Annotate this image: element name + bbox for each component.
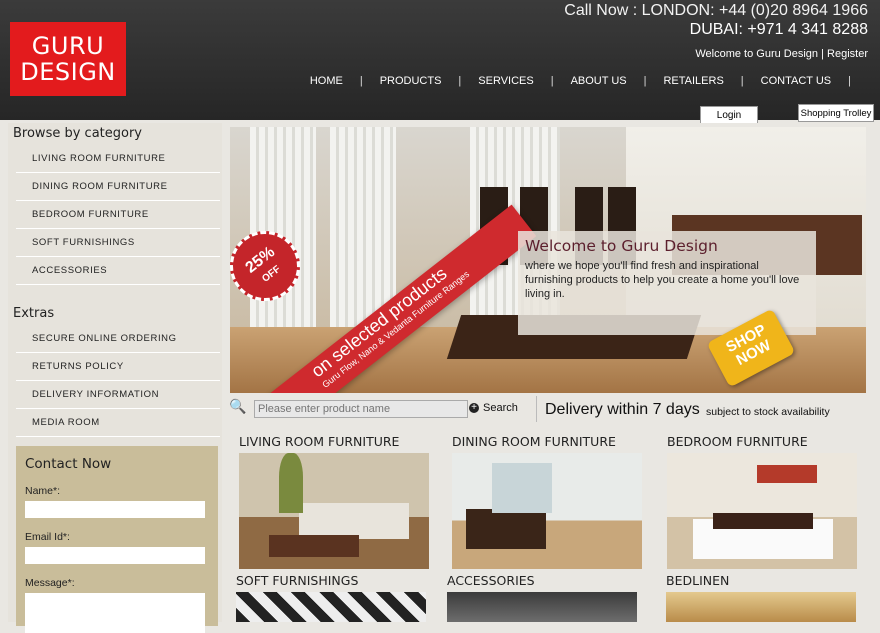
search-button-label: Search xyxy=(483,402,518,414)
message-field[interactable] xyxy=(25,593,205,633)
magnifier-icon: 🔍 xyxy=(229,398,247,414)
welcome-body: where we hope you'll find fresh and insp… xyxy=(525,260,800,300)
welcome-link[interactable]: Welcome to Guru Design xyxy=(695,48,818,60)
category-card-living-room[interactable]: LIVING ROOM FURNITURE xyxy=(239,434,429,569)
sofa xyxy=(299,503,409,539)
nav-products[interactable]: PRODUCTS xyxy=(380,75,442,87)
sidebar-item-soft-furnishings[interactable]: SOFT FURNISHINGS xyxy=(16,229,220,257)
category-card-bedroom[interactable]: BEDROOM FURNITURE xyxy=(667,434,857,569)
nav-separator: | xyxy=(848,75,851,87)
soft-furnishings-image[interactable] xyxy=(236,592,426,622)
sidebar: Browse by category LIVING ROOM FURNITURE… xyxy=(8,123,222,633)
category-title[interactable]: BEDLINEN xyxy=(666,573,856,588)
sidebar-item-living-room[interactable]: LIVING ROOM FURNITURE xyxy=(16,145,220,173)
delivery-text: Delivery within 7 days xyxy=(545,401,700,418)
nav-separator: | xyxy=(359,75,363,87)
sidebar-item-accessories[interactable]: ACCESSORIES xyxy=(16,257,220,285)
bedlinen-image[interactable] xyxy=(666,592,856,622)
contact-heading: Contact Now xyxy=(25,456,112,472)
call-now-dubai: DUBAI: +971 4 341 8288 xyxy=(689,21,868,38)
name-label: Name*: xyxy=(25,485,61,497)
sidebar-item-bedroom[interactable]: BEDROOM FURNITURE xyxy=(16,201,220,229)
dining-room-image[interactable] xyxy=(452,453,642,569)
divider xyxy=(536,396,537,422)
name-field[interactable] xyxy=(25,501,205,518)
top-links: Welcome to Guru Design | Register xyxy=(695,48,868,60)
dining-table xyxy=(466,509,546,549)
nav-home[interactable]: HOME xyxy=(310,75,343,87)
guru-design-logo[interactable]: GURU DESIGN xyxy=(10,22,126,96)
email-label: Email Id*: xyxy=(25,531,70,543)
window xyxy=(492,463,552,513)
category-title[interactable]: DINING ROOM FURNITURE xyxy=(452,434,642,449)
category-card-dining-room[interactable]: DINING ROOM FURNITURE xyxy=(452,434,642,569)
site-header: GURU DESIGN Call Now : LONDON: +44 (0)20… xyxy=(0,0,880,120)
category-title[interactable]: SOFT FURNISHINGS xyxy=(236,573,426,588)
category-title[interactable]: ACCESSORIES xyxy=(447,573,637,588)
nav-about-us[interactable]: ABOUT US xyxy=(571,75,627,87)
coffee-table xyxy=(269,535,359,557)
living-room-image[interactable] xyxy=(239,453,429,569)
nav-separator: | xyxy=(550,75,554,87)
logo-line-1: GURU xyxy=(31,32,105,60)
contact-panel: Contact Now Name*: Email Id*: Message*: xyxy=(16,446,218,633)
delivery-subtext: subject to stock availability xyxy=(706,406,830,418)
nav-separator: | xyxy=(643,75,647,87)
nav-contact-us[interactable]: CONTACT US xyxy=(761,75,832,87)
sidebar-item-returns-policy[interactable]: RETURNS POLICY xyxy=(16,353,220,381)
sidebar-item-delivery-info[interactable]: DELIVERY INFORMATION xyxy=(16,381,220,409)
welcome-title: Welcome to Guru Design xyxy=(525,237,718,255)
extras-list: SECURE ONLINE ORDERING RETURNS POLICY DE… xyxy=(16,325,220,437)
wall-art xyxy=(757,465,817,483)
bed-runner xyxy=(713,513,813,529)
category-title[interactable]: LIVING ROOM FURNITURE xyxy=(239,434,429,449)
category-title[interactable]: BEDROOM FURNITURE xyxy=(667,434,857,449)
category-card-accessories[interactable]: ACCESSORIES xyxy=(447,573,637,622)
top-link-separator: | xyxy=(818,48,828,60)
login-tab[interactable]: Login xyxy=(700,106,758,123)
category-card-bedlinen[interactable]: BEDLINEN xyxy=(666,573,856,622)
call-now-london: Call Now : LONDON: +44 (0)20 8964 1966 xyxy=(564,2,868,19)
email-field[interactable] xyxy=(25,547,205,564)
nav-separator: | xyxy=(740,75,744,87)
browse-heading: Browse by category xyxy=(13,126,142,141)
sidebar-item-dining-room[interactable]: DINING ROOM FURNITURE xyxy=(16,173,220,201)
sidebar-item-media-room[interactable]: MEDIA ROOM xyxy=(16,409,220,437)
bedroom-image[interactable] xyxy=(667,453,857,569)
plant xyxy=(279,453,303,513)
logo-line-2: DESIGN xyxy=(20,58,116,86)
shopping-trolley-tab[interactable]: Shopping Trolley xyxy=(798,104,874,122)
category-list: LIVING ROOM FURNITURE DINING ROOM FURNIT… xyxy=(16,145,220,285)
register-link[interactable]: Register xyxy=(827,48,868,60)
message-label: Message*: xyxy=(25,577,75,589)
nav-services[interactable]: SERVICES xyxy=(478,75,533,87)
search-input[interactable] xyxy=(254,400,468,418)
extras-heading: Extras xyxy=(13,306,55,321)
plus-circle-icon: + xyxy=(469,403,479,413)
nav-retailers[interactable]: RETAILERS xyxy=(663,75,723,87)
search-button[interactable]: + Search xyxy=(469,402,518,414)
category-card-soft-furnishings[interactable]: SOFT FURNISHINGS xyxy=(236,573,426,622)
accessories-image[interactable] xyxy=(447,592,637,622)
hero-banner[interactable]: on selected products Guru Flow, Nano & V… xyxy=(230,127,866,393)
nav-separator: | xyxy=(458,75,462,87)
sidebar-item-secure-ordering[interactable]: SECURE ONLINE ORDERING xyxy=(16,325,220,353)
main-nav: HOME | PRODUCTS | SERVICES | ABOUT US | … xyxy=(310,75,868,87)
